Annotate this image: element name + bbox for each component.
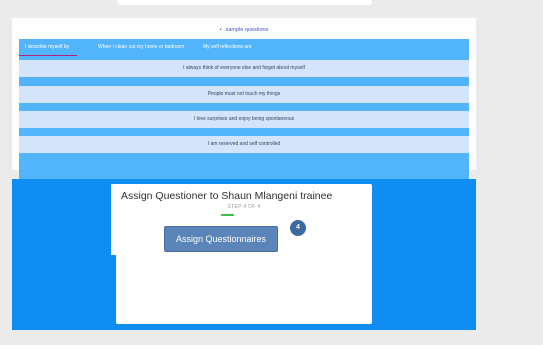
tab-describe-myself[interactable]: I describe myself by xyxy=(18,39,78,56)
tab-clean-home[interactable]: When I clean out my home or bedroom xyxy=(98,39,184,56)
sample-questions-link[interactable]: sample questions xyxy=(226,27,269,33)
question-tabs: I describe myself by When I clean out my… xyxy=(18,39,469,56)
step-progress-bar xyxy=(221,214,234,216)
assign-questionnaires-button[interactable]: Assign Questionnaires xyxy=(164,226,278,252)
step-indicator: STEP 4 OF 4 xyxy=(227,204,261,210)
questions-panel: I describe myself by When I clean out my… xyxy=(18,39,469,182)
question-option[interactable]: I love surprises and enjoy being spontan… xyxy=(19,111,469,128)
question-option[interactable]: People must not touch my things xyxy=(19,86,469,103)
sample-questions-header: • sample questions xyxy=(12,27,476,37)
question-option[interactable]: I am reserved and self controlled xyxy=(19,136,469,153)
questions-card: • sample questions I describe myself by W… xyxy=(12,18,476,182)
dialog-title: Assign Questioner to Shaun Mlangeni trai… xyxy=(121,190,333,202)
tab-self-reflections[interactable]: My self reflections are xyxy=(203,39,252,56)
question-option[interactable]: I always think of everyone else and forg… xyxy=(19,60,469,77)
assign-panel: Assign Questioner to Shaun Mlangeni trai… xyxy=(12,179,476,330)
assign-dialog: Assign Questioner to Shaun Mlangeni trai… xyxy=(116,184,372,324)
step-badge: 4 xyxy=(290,220,306,236)
bullet-icon: • xyxy=(219,27,222,33)
previous-card-edge xyxy=(117,0,372,5)
